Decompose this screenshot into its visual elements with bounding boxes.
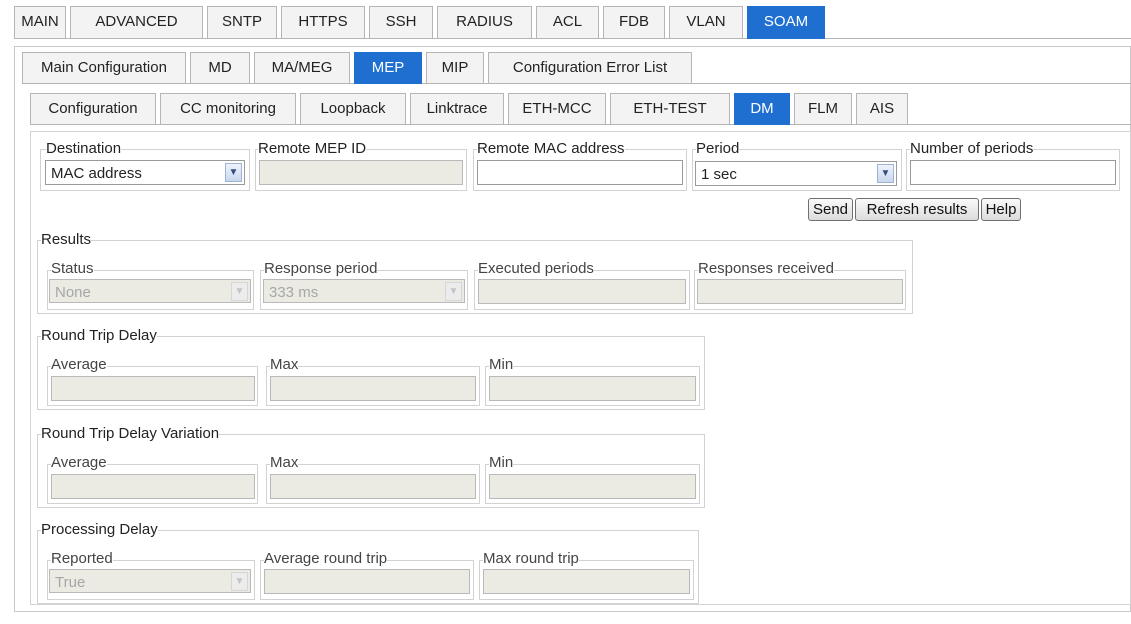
processing-title: Processing Delay [41,521,158,538]
rtdv-average-label: Average [51,454,107,471]
status-label: Status [51,260,94,277]
rtdv-max-label: Max [270,454,299,471]
tab-ssh[interactable]: SSH [369,6,433,39]
chevron-down-icon: ▼ [231,572,248,591]
chevron-down-icon[interactable]: ▼ [877,164,894,183]
rtdv-min-field [489,474,696,499]
responses-received-label: Responses received [698,260,834,277]
reported-label: Reported [51,550,113,567]
destination-label: Destination [46,140,122,157]
tab-mep[interactable]: MEP [354,52,422,84]
tab-fdb[interactable]: FDB [603,6,665,39]
avg-round-trip-label: Average round trip [264,550,388,567]
tab-ma-meg[interactable]: MA/MEG [254,52,350,84]
reported-value: True [55,574,86,591]
remote-mac-label: Remote MAC address [477,140,625,157]
tab-loopback[interactable]: Loopback [300,93,406,125]
executed-periods-label: Executed periods [478,260,594,277]
rtdv-min-label: Min [489,454,514,471]
rtd-max-field [270,376,476,401]
rtd-max-label: Max [270,356,299,373]
max-round-trip-field [483,569,690,594]
remote-mep-input[interactable] [259,160,463,185]
destination-value: MAC address [51,165,142,182]
tab-vlan[interactable]: VLAN [669,6,743,39]
results-title: Results [41,231,92,248]
remote-mep-label: Remote MEP ID [258,140,367,157]
rtdv-average-field [51,474,255,499]
status-value: None [55,284,91,301]
refresh-results-button[interactable]: Refresh results [855,198,979,221]
reported-select[interactable]: True ▼ [49,569,251,593]
period-value: 1 sec [701,166,737,183]
chevron-down-icon: ▼ [445,282,462,301]
tab-configuration[interactable]: Configuration [30,93,156,125]
tab-advanced[interactable]: ADVANCED [70,6,203,39]
rtd-title: Round Trip Delay [41,327,157,344]
send-button[interactable]: Send [808,198,853,221]
tab-ais[interactable]: AIS [856,93,908,125]
tab-cc-monitoring[interactable]: CC monitoring [160,93,296,125]
tab-acl[interactable]: ACL [536,6,599,39]
tab-flm[interactable]: FLM [794,93,852,125]
executed-periods-field [478,279,686,304]
responses-received-field [697,279,903,304]
tab-dm[interactable]: DM [734,93,790,125]
period-select[interactable]: 1 sec ▼ [695,161,897,186]
tab-main[interactable]: MAIN [14,6,66,39]
rtdv-title: Round Trip Delay Variation [41,425,220,442]
rtd-average-label: Average [51,356,107,373]
rtd-min-label: Min [489,356,514,373]
tab-configuration-error-list[interactable]: Configuration Error List [488,52,692,84]
rtd-min-field [489,376,696,401]
remote-mac-input[interactable] [477,160,683,185]
tab-soam[interactable]: SOAM [747,6,825,39]
num-periods-label: Number of periods [910,140,1034,157]
help-button[interactable]: Help [981,198,1021,221]
tab-main-configuration[interactable]: Main Configuration [22,52,186,84]
response-period-select[interactable]: 333 ms ▼ [263,279,465,303]
tab-eth-mcc[interactable]: ETH-MCC [508,93,606,125]
tab-eth-test[interactable]: ETH-TEST [610,93,730,125]
chevron-down-icon: ▼ [231,282,248,301]
max-round-trip-label: Max round trip [483,550,579,567]
tab-https[interactable]: HTTPS [281,6,365,39]
tab-sntp[interactable]: SNTP [207,6,277,39]
avg-round-trip-field [264,569,470,594]
tab-md[interactable]: MD [190,52,250,84]
response-period-value: 333 ms [269,284,319,301]
chevron-down-icon[interactable]: ▼ [225,163,242,182]
tab-mip[interactable]: MIP [426,52,484,84]
destination-select[interactable]: MAC address ▼ [45,160,245,185]
rtd-average-field [51,376,255,401]
tab-linktrace[interactable]: Linktrace [410,93,504,125]
period-label: Period [696,140,740,157]
status-select[interactable]: None ▼ [49,279,251,303]
tab-radius[interactable]: RADIUS [437,6,532,39]
response-period-label: Response period [264,260,378,277]
num-periods-input[interactable] [910,160,1116,185]
rtdv-max-field [270,474,476,499]
